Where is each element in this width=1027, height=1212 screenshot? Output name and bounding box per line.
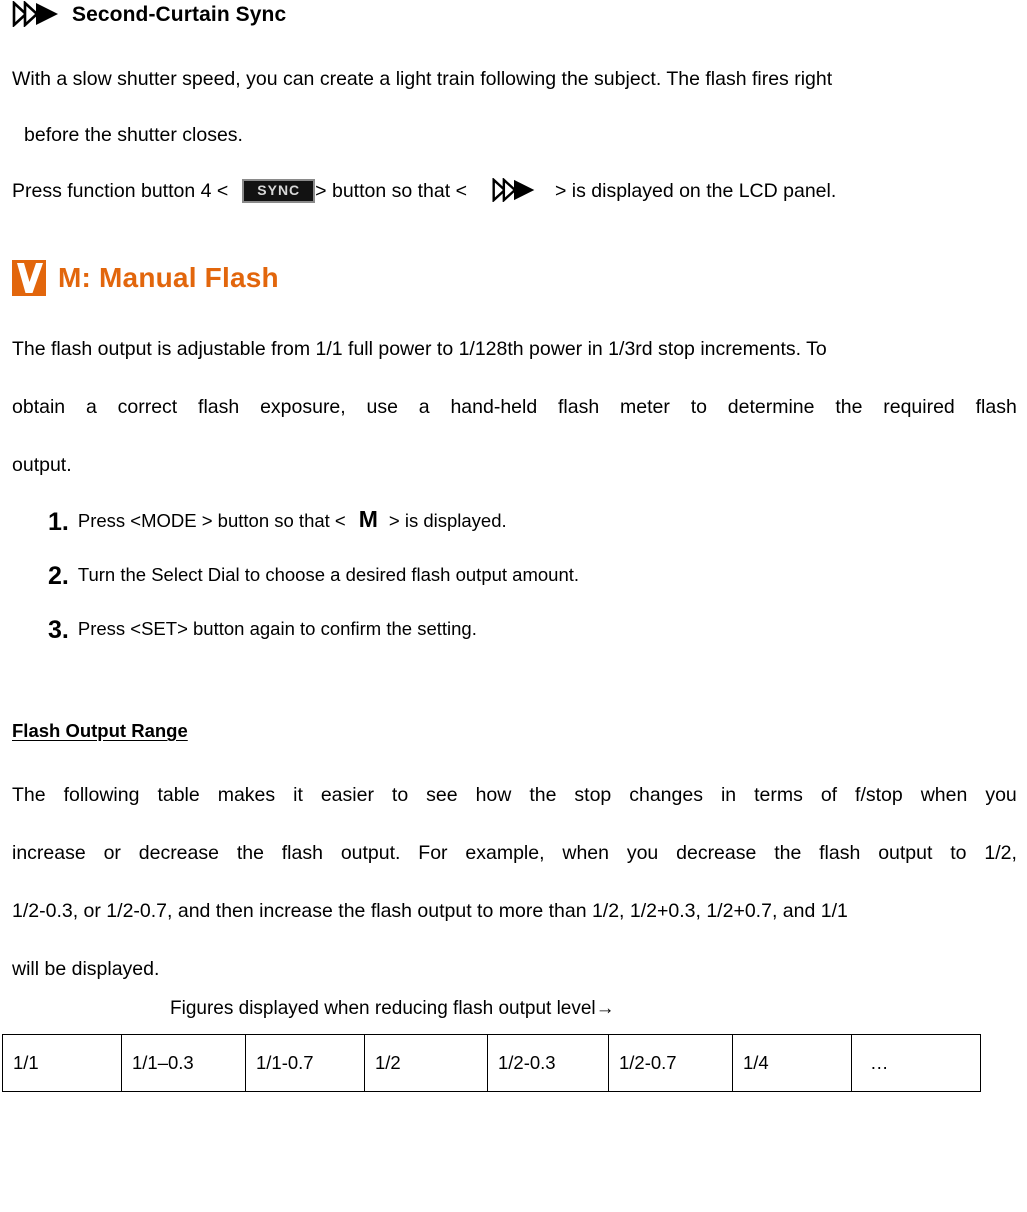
word: the [835, 395, 863, 418]
list-item: 3. Press <SET> button again to confirm t… [48, 602, 1027, 656]
word: to [690, 395, 707, 418]
word: example, [465, 841, 545, 864]
manual-flash-steps: 1. Press <MODE > button so that < M > is… [0, 494, 1027, 656]
table-cell: 1/1–0.3 [121, 1034, 246, 1092]
word: when [562, 841, 609, 864]
word: flash [558, 395, 600, 418]
word: output. [340, 841, 401, 864]
instruction-text-after: > is displayed on the LCD panel. [554, 180, 837, 203]
sync-instruction-paragraph: Press function button 4 < SYNC > button … [0, 164, 1027, 220]
word: The [12, 783, 46, 806]
sync-description-paragraph: With a slow shutter speed, you can creat… [0, 52, 1027, 164]
table-caption: Figures displayed when reducing flash ou… [170, 998, 615, 1019]
document-page: Second-Curtain Sync With a slow shutter … [0, 1, 1027, 1212]
mode-m-glyph: M [358, 505, 378, 532]
step-number: 3. [48, 615, 69, 644]
word: a [418, 395, 430, 418]
word: changes [629, 783, 703, 806]
step-text-after: > is displayed. [388, 510, 507, 531]
paragraph-line: before the shutter closes. [24, 124, 243, 147]
word: flash [198, 395, 240, 418]
word: easier [320, 783, 374, 806]
word: flash [281, 841, 323, 864]
section-heading-second-curtain-sync: Second-Curtain Sync [0, 1, 1027, 28]
step-number: 1. [48, 507, 69, 536]
word: For [418, 841, 448, 864]
table-cell: 1/1-0.7 [245, 1034, 365, 1092]
word: makes [217, 783, 276, 806]
word: obtain [12, 395, 66, 418]
section-title: Second-Curtain Sync [72, 3, 287, 27]
word: you [985, 783, 1017, 806]
word: hand-held [450, 395, 538, 418]
word: to [391, 783, 409, 806]
word: decrease [138, 841, 219, 864]
word: following [63, 783, 140, 806]
word: meter [620, 395, 670, 418]
paragraph-line: With a slow shutter speed, you can creat… [12, 68, 833, 91]
word: decrease [676, 841, 757, 864]
second-curtain-sync-icon [491, 178, 537, 202]
word: to [950, 841, 967, 864]
paragraph-line: output. [12, 453, 72, 476]
manual-flash-paragraph: The flash output is adjustable from 1/1 … [0, 320, 1027, 494]
word: the [774, 841, 802, 864]
word: you [626, 841, 659, 864]
list-item: 2. Turn the Select Dial to choose a desi… [48, 548, 1027, 602]
step-text: Press <SET> button again to confirm the … [77, 618, 477, 639]
paragraph-line: will be displayed. [12, 957, 160, 980]
instruction-text-before: Press function button 4 < [12, 180, 229, 203]
word: in [720, 783, 737, 806]
subheading-flash-output-range: Flash Output Range [12, 720, 188, 741]
instruction-line: Press function button 4 < SYNC > button … [12, 164, 1017, 220]
sync-button-badge[interactable]: SYNC [242, 179, 316, 203]
word: output [878, 841, 933, 864]
word: increase [12, 841, 86, 864]
word: it [293, 783, 303, 806]
word: see [426, 783, 458, 806]
word: determine [727, 395, 815, 418]
table-cell: 1/2-0.7 [608, 1034, 733, 1092]
word: when [920, 783, 968, 806]
paragraph-line: increase or decrease the flash output. F… [12, 824, 1017, 882]
word: of [820, 783, 838, 806]
section-title: M: Manual Flash [58, 261, 279, 293]
word: correct [117, 395, 178, 418]
paragraph-line: The following table makes it easier to s… [12, 766, 1017, 824]
step-text-before: Press <MODE > button so that < [77, 510, 346, 531]
table-row: 1/1 1/1–0.3 1/1-0.7 1/2 1/2-0.3 1/2-0.7 … [2, 1034, 981, 1092]
list-item: 1. Press <MODE > button so that < M > is… [48, 494, 1027, 548]
table-cell: 1/1 [2, 1034, 122, 1092]
word: flash [975, 395, 1017, 418]
section-heading-manual-flash: M: Manual Flash [0, 260, 1027, 296]
word: a [85, 395, 97, 418]
paragraph-line: The flash output is adjustable from 1/1 … [12, 337, 827, 360]
paragraph-line: obtain a correct flash exposure, use a h… [12, 378, 1017, 436]
word: table [157, 783, 200, 806]
word: 1/2, [984, 841, 1017, 864]
word: use [366, 395, 398, 418]
table-cell: 1/4 [732, 1034, 852, 1092]
word: required [883, 395, 955, 418]
table-cell: 1/2-0.3 [487, 1034, 609, 1092]
word: how [475, 783, 512, 806]
paragraph-line: 1/2-0.3, or 1/2-0.7, and then increase t… [12, 899, 848, 922]
instruction-text-between: > button so that < [315, 180, 467, 203]
word: f/stop [855, 783, 903, 806]
second-curtain-sync-icon [12, 1, 60, 27]
step-number: 2. [48, 561, 69, 590]
flash-output-range-paragraph: The following table makes it easier to s… [0, 766, 1027, 998]
table-cell: 1/2 [364, 1034, 488, 1092]
word: the [236, 841, 264, 864]
table-cell: … [851, 1034, 981, 1092]
flash-output-table: 1/1 1/1–0.3 1/1-0.7 1/2 1/2-0.3 1/2-0.7 … [2, 1034, 981, 1092]
word: stop [574, 783, 612, 806]
word: exposure, [260, 395, 346, 418]
orange-check-square-icon [12, 260, 46, 296]
word: the [529, 783, 557, 806]
step-text: Turn the Select Dial to choose a desired… [77, 564, 580, 585]
word: terms [754, 783, 803, 806]
word: flash [819, 841, 861, 864]
word: or [103, 841, 121, 864]
